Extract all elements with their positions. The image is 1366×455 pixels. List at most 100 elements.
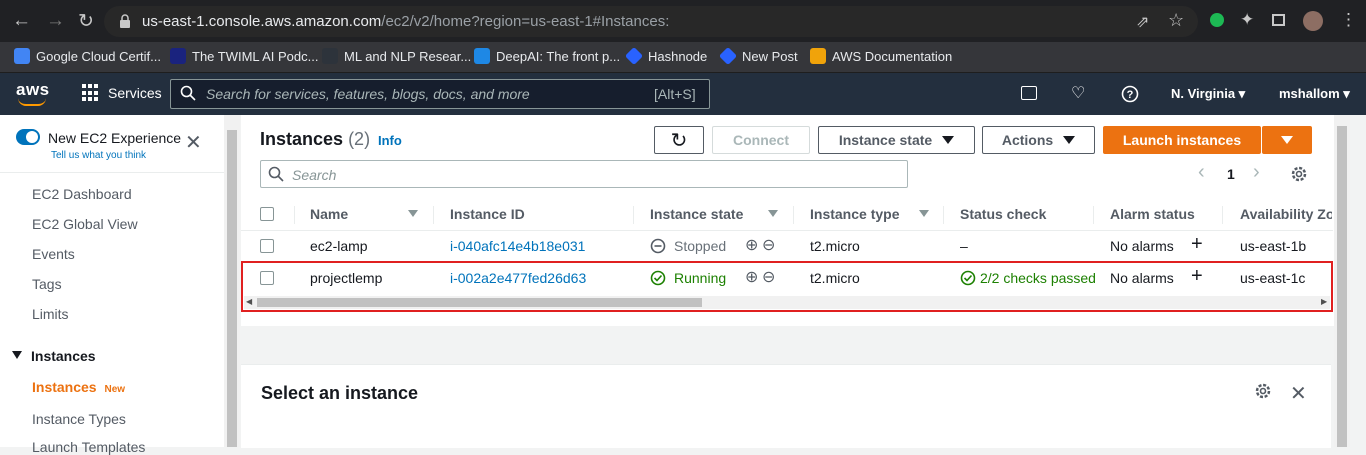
cloudshell-icon[interactable] — [1021, 86, 1037, 100]
refresh-button[interactable]: ↻ — [654, 126, 704, 154]
column-header-status-check[interactable]: Status check — [960, 206, 1046, 222]
connect-button[interactable]: Connect — [712, 126, 810, 154]
bookmark-deepai[interactable]: DeepAI: The front p... — [474, 47, 620, 65]
bookmark-ml-nlp[interactable]: ML and NLP Resear... — [322, 47, 471, 65]
title-text: Instances — [260, 129, 344, 149]
zoom-out-icon[interactable]: ⊖ — [762, 235, 775, 255]
column-header-name[interactable]: Name — [310, 206, 348, 222]
forward-icon[interactable]: → — [46, 10, 65, 32]
next-page-icon[interactable]: › — [1253, 161, 1260, 184]
column-header-instance-id[interactable]: Instance ID — [450, 206, 525, 222]
region-selector[interactable]: N. Virginia ▾ — [1171, 86, 1245, 102]
feedback-link[interactable]: Tell us what you think — [51, 150, 146, 161]
select-all-checkbox[interactable] — [260, 207, 274, 221]
page-number[interactable]: 1 — [1227, 166, 1235, 182]
new-experience-label: New EC2 Experience — [48, 130, 182, 146]
bell-icon[interactable]: ♡ — [1071, 83, 1085, 103]
bookmark-aws-doc[interactable]: AWS Documentation — [810, 47, 952, 65]
sort-icon[interactable] — [768, 210, 778, 217]
info-link[interactable]: Info — [378, 133, 402, 148]
bookmark-hashnode[interactable]: Hashnode — [624, 46, 707, 66]
main-scroll-thumb[interactable] — [1337, 126, 1347, 447]
sidebar-item-events[interactable]: Events — [32, 246, 75, 262]
help-icon[interactable]: ? — [1121, 85, 1139, 103]
settings-gear-icon[interactable] — [1254, 382, 1272, 400]
sidebar-item-tags[interactable]: Tags — [32, 276, 62, 292]
column-header-instance-state[interactable]: Instance state — [650, 206, 743, 222]
search-icon — [180, 85, 196, 101]
instance-state-button[interactable]: Instance state — [818, 126, 975, 154]
refresh-icon: ↻ — [670, 129, 688, 152]
extension-icon[interactable] — [1210, 13, 1224, 27]
url-path: /ec2/v2/home?region=us-east-1#Instances: — [381, 13, 670, 30]
column-separator — [1222, 206, 1223, 224]
sidebar-item-global-view[interactable]: EC2 Global View — [32, 216, 138, 232]
sidebar-item-launch-templates[interactable]: Launch Templates — [32, 439, 145, 455]
services-menu[interactable]: Services — [82, 84, 162, 102]
instance-id-link[interactable]: i-040afc14e4b18e031 — [450, 238, 585, 254]
sidebar-item-instance-types[interactable]: Instance Types — [32, 411, 126, 427]
actions-button[interactable]: Actions — [982, 126, 1095, 154]
grid-icon — [82, 84, 100, 102]
new-experience-toggle[interactable] — [16, 129, 40, 145]
aws-logo[interactable]: aws — [16, 80, 50, 100]
column-header-alarm-status[interactable]: Alarm status — [1110, 206, 1195, 222]
close-icon[interactable]: ✕ — [1290, 381, 1307, 406]
sidebar-item-limits[interactable]: Limits — [32, 306, 69, 322]
sidepanel-icon[interactable] — [1272, 14, 1285, 26]
sort-icon[interactable] — [919, 210, 929, 217]
instance-state: Stopped — [674, 238, 727, 254]
aws-doc-icon — [810, 48, 826, 64]
add-alarm-icon[interactable]: + — [1191, 233, 1203, 256]
bookmark-new-post[interactable]: New Post — [718, 46, 798, 66]
avatar[interactable] — [1303, 11, 1323, 31]
prev-page-icon[interactable]: ‹ — [1198, 161, 1205, 184]
instance-type: t2.micro — [810, 238, 860, 254]
column-separator — [943, 206, 944, 224]
row-checkbox[interactable] — [260, 239, 274, 253]
launch-instances-button[interactable]: Launch instances — [1103, 126, 1261, 154]
hashnode-icon — [718, 46, 738, 66]
column-header-instance-type[interactable]: Instance type — [810, 206, 899, 222]
deepai-icon — [474, 48, 490, 64]
zoom-in-icon[interactable]: ⊕ — [745, 235, 758, 255]
column-separator — [633, 206, 634, 224]
highlight-box — [241, 261, 1333, 312]
page-title: Instances (2) — [260, 129, 370, 150]
caret-down-icon — [12, 351, 22, 359]
search-placeholder: Search — [292, 167, 337, 183]
column-header-availability-zone[interactable]: Availability Zo — [1240, 206, 1332, 222]
sidebar-divider — [0, 172, 224, 173]
sidebar-item-instances[interactable]: Instances New — [32, 379, 125, 395]
back-icon[interactable]: ← — [12, 10, 31, 32]
actions-label: Actions — [1001, 132, 1054, 148]
bookmark-twiml[interactable]: The TWIML AI Podc... — [170, 47, 318, 65]
launch-dropdown-button[interactable] — [1262, 126, 1312, 154]
stopped-icon — [650, 238, 666, 254]
sidebar-section-instances[interactable]: Instances — [31, 348, 96, 364]
bookmark-google-cloud[interactable]: Google Cloud Certif... — [14, 47, 161, 65]
reload-icon[interactable]: ↻ — [78, 10, 94, 33]
puzzle-icon[interactable]: ✦ — [1240, 10, 1254, 30]
bookmark-star-icon[interactable]: ☆ — [1168, 10, 1184, 31]
menu-icon[interactable]: ⋮ — [1340, 10, 1357, 30]
settings-gear-icon[interactable] — [1290, 165, 1308, 183]
instance-state-label: Instance state — [838, 132, 933, 148]
instance-search-input[interactable] — [260, 160, 908, 188]
sidebar-item-dashboard[interactable]: EC2 Dashboard — [32, 186, 132, 202]
bookmark-label: The TWIML AI Podc... — [192, 48, 319, 64]
url-host: us-east-1.console.aws.amazon.com — [142, 13, 382, 30]
close-icon[interactable]: ✕ — [185, 133, 202, 153]
ml-nlp-icon — [322, 48, 338, 64]
svg-text:?: ? — [1127, 89, 1134, 101]
row-divider — [241, 230, 1333, 231]
instance-count: (2) — [348, 129, 371, 149]
share-icon[interactable]: ⇗ — [1136, 12, 1149, 32]
twiml-icon — [170, 48, 186, 64]
details-panel — [241, 364, 1331, 448]
user-menu[interactable]: mshallom ▾ — [1279, 86, 1350, 102]
column-separator — [294, 206, 295, 224]
column-separator — [433, 206, 434, 224]
sort-icon[interactable] — [408, 210, 418, 217]
sidebar-scroll-thumb[interactable] — [227, 130, 237, 447]
